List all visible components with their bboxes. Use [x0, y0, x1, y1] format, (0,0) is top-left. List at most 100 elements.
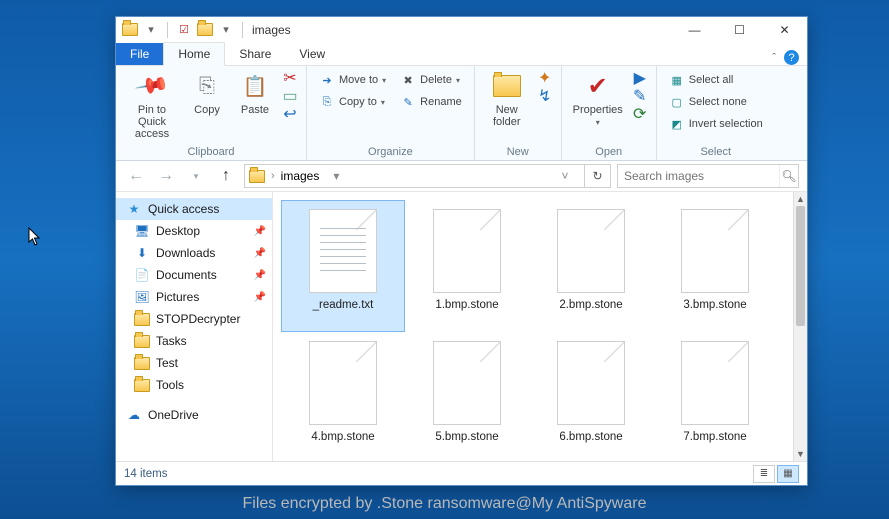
qat-newfolder-icon[interactable]: [197, 22, 213, 38]
file-tile[interactable]: 5.bmp.stone: [405, 332, 529, 461]
navpane-quick-access[interactable]: ★ Quick access: [116, 198, 272, 220]
select-none-button[interactable]: ▢Select none: [665, 92, 767, 112]
address-dropdown[interactable]: ˅: [552, 165, 578, 187]
view-icons-button[interactable]: ▦: [777, 465, 799, 483]
edit-icon[interactable]: ✎: [632, 88, 648, 104]
open-icon[interactable]: ▶: [632, 70, 648, 86]
properties-button[interactable]: ✔ Properties ▾: [570, 70, 626, 127]
navpane-item-desktop[interactable]: 🖥Desktop📌: [116, 220, 272, 242]
pin-label: Pin to Quick access: [124, 104, 180, 140]
navpane-item-label: Downloads: [156, 246, 215, 260]
up-button[interactable]: ↑: [214, 164, 238, 188]
scroll-down-icon[interactable]: ▼: [794, 447, 807, 461]
paste-label: Paste: [241, 104, 269, 116]
navpane-item-stopdecrypter[interactable]: STOPDecrypter: [116, 308, 272, 330]
close-button[interactable]: ✕: [762, 17, 807, 42]
recent-locations-button[interactable]: ▾: [184, 164, 208, 188]
file-thumb-icon: [557, 209, 625, 293]
qat-properties-icon[interactable]: ☑: [175, 21, 193, 39]
qat-overflow[interactable]: ▾: [217, 21, 235, 39]
pin-to-quick-access-button[interactable]: 📌 Pin to Quick access: [124, 70, 180, 140]
file-tile[interactable]: 4.bmp.stone: [281, 332, 405, 461]
forward-button[interactable]: →: [154, 164, 178, 188]
file-tile[interactable]: 1.bmp.stone: [405, 200, 529, 332]
new-item-icon[interactable]: ✦: [537, 70, 553, 86]
scrollbar[interactable]: ▲ ▼: [793, 192, 807, 461]
copy-button[interactable]: ⎘ Copy: [186, 70, 228, 116]
chevron-down-icon: ▾: [381, 98, 385, 107]
delete-button[interactable]: ✖Delete▾: [396, 70, 466, 90]
view-details-button[interactable]: ≣: [753, 465, 775, 483]
paste-button[interactable]: 📋 Paste: [234, 70, 276, 116]
maximize-button[interactable]: ☐: [717, 17, 762, 42]
file-thumb-icon: [681, 209, 749, 293]
copy-to-button[interactable]: ⎘Copy to▾: [315, 92, 390, 112]
copy-to-label: Copy to: [339, 96, 377, 108]
tab-view[interactable]: View: [285, 43, 339, 65]
navigation-pane[interactable]: ★ Quick access 🖥Desktop📌⬇Downloads📌📄Docu…: [116, 192, 273, 461]
copy-path-icon[interactable]: ▭: [282, 88, 298, 104]
titlebar[interactable]: ▾ ☑ ▾ images — ☐ ✕: [116, 17, 807, 42]
file-grid[interactable]: _readme.txt1.bmp.stone2.bmp.stone3.bmp.s…: [273, 192, 793, 461]
file-thumb-icon: [557, 341, 625, 425]
ribbon-collapse-icon[interactable]: ˆ: [772, 52, 776, 64]
search-input[interactable]: [618, 169, 779, 183]
navpane-item-downloads[interactable]: ⬇ Downloads 📌: [116, 242, 272, 264]
file-tile[interactable]: 6.bmp.stone: [529, 332, 653, 461]
pin-icon: 📌: [254, 270, 266, 281]
navpane-item-documents[interactable]: 📄Documents📌: [116, 264, 272, 286]
search-icon[interactable]: 🔍︎: [779, 165, 798, 187]
easy-access-icon[interactable]: ↯: [537, 88, 553, 104]
file-thumb-icon: [309, 341, 377, 425]
move-to-button[interactable]: ➔Move to▾: [315, 70, 390, 90]
navpane-item-tools[interactable]: Tools: [116, 374, 272, 396]
invert-icon: ◩: [669, 116, 685, 132]
navpane-item-pictures[interactable]: 🖼Pictures📌: [116, 286, 272, 308]
copy-icon: ⎘: [191, 70, 223, 102]
invert-label: Invert selection: [689, 118, 763, 130]
onedrive-label: OneDrive: [148, 408, 199, 422]
mouse-cursor: [28, 227, 42, 252]
new-folder-button[interactable]: New folder: [483, 70, 531, 128]
file-thumb-icon: [681, 341, 749, 425]
select-none-label: Select none: [689, 96, 747, 108]
search-box[interactable]: 🔍︎: [617, 164, 799, 188]
file-tile[interactable]: _readme.txt: [281, 200, 405, 332]
invert-selection-button[interactable]: ◩ Invert selection: [665, 114, 767, 134]
file-tile[interactable]: 3.bmp.stone: [653, 200, 777, 332]
breadcrumb-chevron-icon[interactable]: ›: [271, 170, 275, 182]
cut-icon[interactable]: ✂: [282, 70, 298, 86]
file-name: 7.bmp.stone: [683, 431, 746, 443]
pin-icon: 📌: [254, 226, 266, 237]
select-all-button[interactable]: ▦Select all: [665, 70, 767, 90]
navpane-onedrive[interactable]: ☁ OneDrive: [116, 404, 272, 426]
pin-icon: 📌: [254, 248, 266, 259]
pin-icon: 📌: [130, 64, 175, 109]
minimize-button[interactable]: —: [672, 17, 717, 42]
paste-shortcut-icon[interactable]: ↩: [282, 106, 298, 122]
scroll-thumb[interactable]: [796, 206, 805, 326]
refresh-button[interactable]: ↻: [584, 165, 610, 187]
ribbon: 📌 Pin to Quick access ⎘ Copy 📋 Paste ✂ ▭…: [116, 66, 807, 161]
tab-home[interactable]: Home: [163, 42, 225, 66]
qat-dropdown[interactable]: ▾: [142, 21, 160, 39]
back-button[interactable]: ←: [124, 164, 148, 188]
help-icon[interactable]: ?: [784, 50, 799, 65]
rename-button[interactable]: ✎Rename: [396, 92, 466, 112]
tab-file[interactable]: File: [116, 43, 163, 65]
copy-label: Copy: [194, 104, 220, 116]
file-tile[interactable]: 2.bmp.stone: [529, 200, 653, 332]
navpane-item-tasks[interactable]: Tasks: [116, 330, 272, 352]
scroll-up-icon[interactable]: ▲: [794, 192, 807, 206]
content-area[interactable]: _readme.txt1.bmp.stone2.bmp.stone3.bmp.s…: [273, 192, 807, 461]
breadcrumb-dropdown[interactable]: ▾: [329, 165, 343, 187]
file-tile[interactable]: 7.bmp.stone: [653, 332, 777, 461]
tab-share[interactable]: Share: [225, 43, 285, 65]
address-bar[interactable]: › images ▾ ˅ ↻: [244, 164, 611, 188]
downloads-icon: ⬇: [134, 245, 150, 261]
status-bar: 14 items ≣ ▦: [116, 461, 807, 485]
navpane-item-test[interactable]: Test: [116, 352, 272, 374]
breadcrumb-segment[interactable]: images: [281, 169, 320, 183]
file-thumb-icon: [433, 341, 501, 425]
history-icon[interactable]: ⟳: [632, 106, 648, 122]
